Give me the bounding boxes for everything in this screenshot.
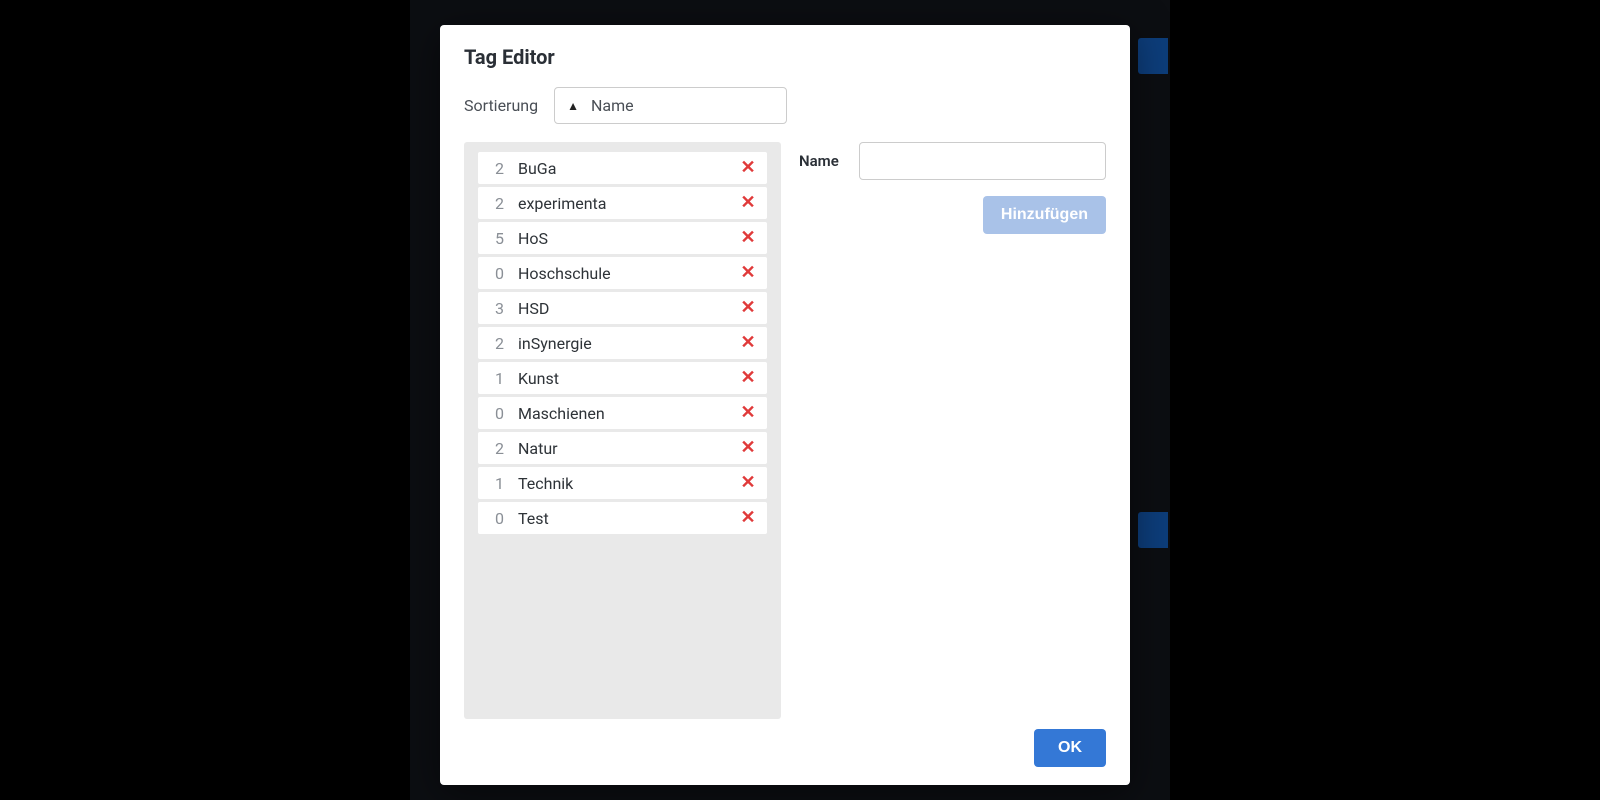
tag-form: Name Hinzufügen [799, 142, 1106, 719]
bg-button-sliver [1138, 38, 1168, 74]
sort-label: Sortierung [464, 96, 538, 115]
delete-icon[interactable]: ✕ [737, 509, 759, 527]
delete-icon[interactable]: ✕ [737, 229, 759, 247]
tag-count: 1 [478, 369, 518, 388]
tag-name: HSD [518, 299, 737, 318]
delete-icon[interactable]: ✕ [737, 194, 759, 212]
ok-button[interactable]: OK [1034, 729, 1106, 767]
tag-count: 2 [478, 194, 518, 213]
tag-row[interactable]: 2inSynergie✕ [478, 327, 767, 359]
add-button[interactable]: Hinzufügen [983, 196, 1106, 234]
tag-name: Test [518, 509, 737, 528]
tag-name: HoS [518, 229, 737, 248]
tag-count: 0 [478, 264, 518, 283]
delete-icon[interactable]: ✕ [737, 159, 759, 177]
modal-title: Tag Editor [464, 45, 1106, 69]
name-input[interactable] [859, 142, 1106, 180]
tag-name: Hoschschule [518, 264, 737, 283]
delete-icon[interactable]: ✕ [737, 404, 759, 422]
tag-count: 1 [478, 474, 518, 493]
tag-count: 2 [478, 159, 518, 178]
tag-name: Kunst [518, 369, 737, 388]
sort-row: Sortierung ▲ Name [464, 87, 1106, 124]
delete-icon[interactable]: ✕ [737, 369, 759, 387]
sort-dropdown[interactable]: ▲ Name [554, 87, 787, 124]
tag-row[interactable]: 2Natur✕ [478, 432, 767, 464]
tag-row[interactable]: 1Technik✕ [478, 467, 767, 499]
delete-icon[interactable]: ✕ [737, 299, 759, 317]
tag-row[interactable]: 0Maschienen✕ [478, 397, 767, 429]
delete-icon[interactable]: ✕ [737, 334, 759, 352]
modal-footer: OK [464, 729, 1106, 767]
tag-row[interactable]: 0Hoschschule✕ [478, 257, 767, 289]
modal-content-row: 2BuGa✕2experimenta✕5HoS✕0Hoschschule✕3HS… [464, 142, 1106, 719]
tag-row[interactable]: 2experimenta✕ [478, 187, 767, 219]
tag-count: 0 [478, 404, 518, 423]
tag-count: 0 [478, 509, 518, 528]
sort-ascending-icon: ▲ [567, 99, 579, 113]
tag-row[interactable]: 3HSD✕ [478, 292, 767, 324]
tag-name: inSynergie [518, 334, 737, 353]
tag-name: experimenta [518, 194, 737, 213]
name-label: Name [799, 152, 845, 170]
tag-count: 2 [478, 439, 518, 458]
delete-icon[interactable]: ✕ [737, 474, 759, 492]
tag-row[interactable]: 1Kunst✕ [478, 362, 767, 394]
tag-name: Technik [518, 474, 737, 493]
tag-name: BuGa [518, 159, 737, 178]
tag-list[interactable]: 2BuGa✕2experimenta✕5HoS✕0Hoschschule✕3HS… [464, 142, 781, 719]
delete-icon[interactable]: ✕ [737, 439, 759, 457]
tag-count: 2 [478, 334, 518, 353]
tag-name: Natur [518, 439, 737, 458]
tag-row[interactable]: 2BuGa✕ [478, 152, 767, 184]
tag-row[interactable]: 5HoS✕ [478, 222, 767, 254]
name-field-row: Name [799, 142, 1106, 180]
tag-count: 5 [478, 229, 518, 248]
tag-name: Maschienen [518, 404, 737, 423]
delete-icon[interactable]: ✕ [737, 264, 759, 282]
tag-row[interactable]: 0Test✕ [478, 502, 767, 534]
bg-button-sliver [1138, 512, 1168, 548]
sort-value: Name [591, 96, 634, 115]
tag-editor-modal: Tag Editor Sortierung ▲ Name 2BuGa✕2expe… [440, 25, 1130, 785]
tag-count: 3 [478, 299, 518, 318]
